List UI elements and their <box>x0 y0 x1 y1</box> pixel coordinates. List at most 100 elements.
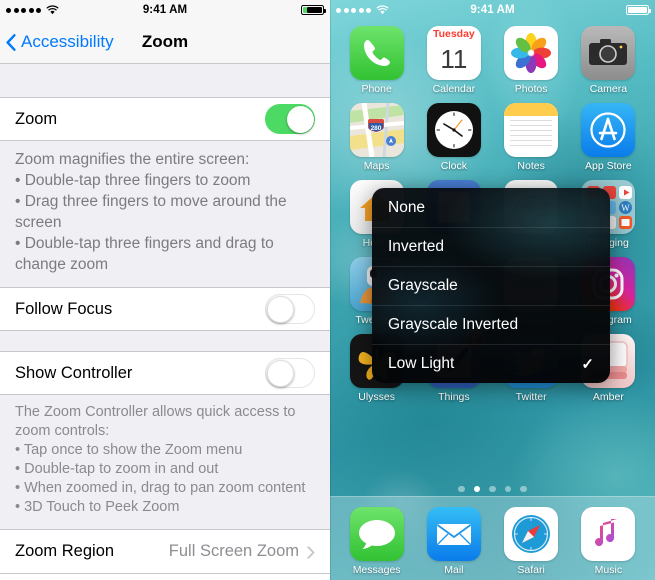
app-phone[interactable]: Phone <box>344 26 410 95</box>
menu-item-inverted[interactable]: Inverted <box>372 227 610 266</box>
app-label: Photos <box>514 83 548 95</box>
zoom-bullet: Drag three fingers to move around the sc… <box>15 191 315 233</box>
row-zoom-filter[interactable]: Zoom Filter None <box>0 573 330 580</box>
status-bar-right: 9:41 AM <box>330 0 655 20</box>
battery-icon <box>301 4 326 16</box>
app-calendar[interactable]: Tuesday 11 Calendar <box>421 26 487 95</box>
status-time-right: 9:41 AM <box>470 4 515 16</box>
menu-item-grayscale-inverted[interactable]: Grayscale Inverted <box>372 305 610 344</box>
row-follow-focus[interactable]: Follow Focus <box>0 287 330 331</box>
menu-item-none[interactable]: None <box>372 188 610 227</box>
controller-bullet: Tap once to show the Zoom menu <box>15 441 315 460</box>
controller-bullet: Double-tap to zoom in and out <box>15 460 315 479</box>
app-label: App Store <box>585 160 632 172</box>
follow-focus-toggle[interactable] <box>265 294 315 324</box>
row-show-controller[interactable]: Show Controller <box>0 351 330 395</box>
row-follow-focus-label: Follow Focus <box>15 299 113 318</box>
app-label: Music <box>594 564 623 576</box>
app-photos[interactable]: Photos <box>498 26 564 95</box>
music-icon <box>581 507 636 561</box>
app-store-icon <box>581 103 636 157</box>
svg-text:280: 280 <box>370 125 381 132</box>
photos-icon <box>504 26 559 80</box>
row-zoom-region-label: Zoom Region <box>15 542 115 560</box>
controller-bullet: When zoomed in, drag to pan zoom content <box>15 479 315 498</box>
menu-item-low-light[interactable]: Low Light ✓ <box>372 344 610 383</box>
status-right-group <box>301 4 326 16</box>
panel-divider <box>330 0 331 580</box>
row-zoom[interactable]: Zoom <box>0 97 330 141</box>
dock-app-safari[interactable]: Safari <box>498 507 564 576</box>
app-label: Mail <box>444 564 464 576</box>
dock: Messages Mail Safari Music <box>330 496 655 580</box>
row-zoom-region-value: Full Screen Zoom <box>168 542 299 560</box>
chevron-right-icon <box>307 545 315 559</box>
zoom-description-bullets: Double-tap three fingers to zoom Drag th… <box>15 170 315 275</box>
notes-icon <box>504 103 559 157</box>
navigation-bar: Accessibility Zoom <box>0 20 330 64</box>
page-dot[interactable] <box>504 485 512 492</box>
status-time-left: 9:41 AM <box>142 4 188 16</box>
svg-text:W: W <box>622 203 631 213</box>
app-label: Maps <box>363 160 390 172</box>
status-right-group <box>626 4 651 16</box>
messages-icon <box>349 507 404 561</box>
menu-item-label: Grayscale <box>388 277 458 294</box>
zoom-description-heading: Zoom magnifies the entire screen: <box>15 151 250 168</box>
app-maps[interactable]: 280 Maps <box>344 103 410 172</box>
controller-description: The Zoom Controller allows quick access … <box>0 395 330 529</box>
page-dot[interactable] <box>489 485 496 492</box>
zoom-description: Zoom magnifies the entire screen: Double… <box>0 141 330 287</box>
app-label: Twitter <box>515 391 547 403</box>
menu-item-label: Inverted <box>388 238 445 255</box>
app-label: Phone <box>361 83 392 95</box>
settings-spacer <box>0 331 330 351</box>
status-bar-left: 9:41 AM <box>0 0 330 20</box>
controller-bullet: 3D Touch to Peek Zoom <box>15 498 315 517</box>
app-label: Notes <box>517 160 545 172</box>
zoom-bullet: Double-tap three fingers to zoom <box>15 170 315 191</box>
calendar-day: 11 <box>440 44 468 74</box>
settings-panel: 9:41 AM Accessibility Zoom Zoom Zoom mag… <box>0 0 330 580</box>
menu-item-label: None <box>388 198 426 216</box>
page-dot[interactable] <box>458 485 465 492</box>
app-notes[interactable]: Notes <box>498 103 564 172</box>
controller-description-heading: The Zoom Controller allows quick access … <box>15 404 296 439</box>
app-label: Messages <box>352 564 401 576</box>
show-controller-toggle[interactable] <box>265 358 315 388</box>
menu-item-grayscale[interactable]: Grayscale <box>372 266 610 305</box>
checkmark-icon: ✓ <box>581 356 594 373</box>
phone-icon <box>349 26 404 80</box>
home-screen-panel: 9:41 AM Phone Tuesday 11 Calendar Photos… <box>330 0 655 580</box>
dock-app-music[interactable]: Music <box>575 507 641 576</box>
dock-app-messages[interactable]: Messages <box>344 507 410 576</box>
settings-group-gap <box>0 64 330 97</box>
calendar-icon: Tuesday 11 <box>426 26 481 80</box>
controller-description-bullets: Tap once to show the Zoom menu Double-ta… <box>15 441 315 517</box>
row-show-controller-label: Show Controller <box>15 363 133 382</box>
app-label: Amber <box>592 391 624 403</box>
row-zoom-region[interactable]: Zoom Region Full Screen Zoom <box>0 529 330 573</box>
menu-item-label: Grayscale Inverted <box>388 316 519 333</box>
clock-icon <box>426 103 481 157</box>
page-indicator <box>330 485 655 492</box>
app-app-store[interactable]: App Store <box>575 103 641 172</box>
app-clock[interactable]: Clock <box>421 103 487 172</box>
row-zoom-label: Zoom <box>15 109 58 128</box>
dock-app-mail[interactable]: Mail <box>421 507 487 576</box>
page-dot-active[interactable] <box>473 485 481 492</box>
zoom-toggle[interactable] <box>265 104 315 134</box>
zoom-bullet: Double-tap three fingers and drag to cha… <box>15 233 315 275</box>
camera-icon <box>581 26 636 80</box>
app-label: Clock <box>440 160 467 172</box>
app-camera[interactable]: Camera <box>575 26 641 95</box>
page-dot[interactable] <box>520 485 527 492</box>
battery-icon <box>626 4 651 16</box>
app-label: Ulysses <box>358 391 395 403</box>
app-label: Things <box>438 391 470 403</box>
app-row: 280 Maps Clock Notes App Store <box>330 103 655 172</box>
zoom-filter-menu[interactable]: None Inverted Grayscale Grayscale Invert… <box>372 188 610 383</box>
app-label: Camera <box>589 83 628 95</box>
safari-icon <box>504 507 559 561</box>
app-label: Calendar <box>432 83 476 95</box>
